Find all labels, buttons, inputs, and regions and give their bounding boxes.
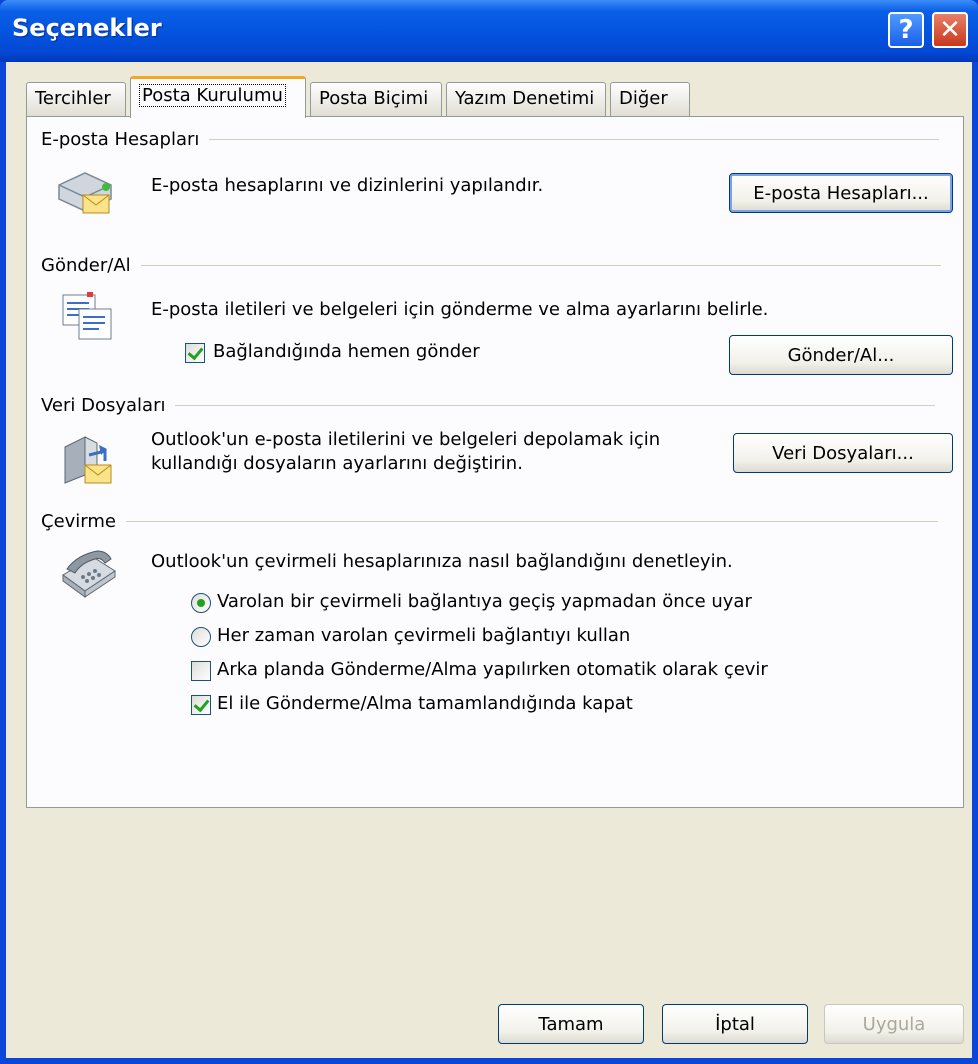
help-button[interactable]: ? [888,12,924,48]
send-immediately-checkbox[interactable] [185,343,205,363]
mail-accounts-icon [58,172,112,214]
hang-up-label[interactable]: El ile Gönderme/Alma tamamlandığında kap… [217,693,633,714]
button-label: Veri Dosyaları... [772,442,914,464]
send-immediately-label[interactable]: Bağlandığında hemen gönder [213,341,480,362]
button-label: Tamam [538,1013,604,1035]
accounts-description: E-posta hesaplarını ve dizinlerini yapıl… [151,175,544,196]
button-label: Uygula [862,1013,926,1035]
data-files-button[interactable]: Veri Dosyaları... [733,433,953,473]
button-label: E-posta Hesapları... [753,182,929,204]
auto-dial-checkbox[interactable] [191,661,211,681]
send-receive-description: E-posta iletileri ve belgeleri için gönd… [151,299,769,320]
warn-before-switching-radio[interactable] [191,593,211,613]
hang-up-checkbox[interactable] [191,695,211,715]
dialog-client-area: Tercihler Posta Kurulumu Posta Biçimi Ya… [6,62,972,1058]
telephone-icon [62,550,116,598]
email-accounts-button[interactable]: E-posta Hesapları... [729,173,953,213]
divider [126,520,938,522]
window-title: Seçenekler [12,14,162,42]
title-bar[interactable]: Seçenekler ? ✕ [0,0,978,62]
tab-label: Posta Biçimi [319,88,429,109]
section-accounts-heading: E-posta Hesapları [41,127,951,151]
section-title: Gönder/Al [41,254,131,276]
tab-label: Tercihler [35,88,111,109]
section-title: Çevirme [41,510,116,532]
button-label: İptal [715,1013,755,1035]
tab-other[interactable]: Diğer [610,82,690,116]
tab-mail-setup[interactable]: Posta Kurulumu [130,76,306,118]
warn-before-switching-label[interactable]: Varolan bir çevirmeli bağlantıya geçiş y… [217,591,752,612]
send-receive-icon [62,292,112,340]
apply-button: Uygula [824,1004,964,1044]
divider [140,264,941,266]
divider [175,404,936,406]
always-use-existing-label[interactable]: Her zaman varolan çevirmeli bağlantıyı k… [217,625,630,646]
tab-mail-format[interactable]: Posta Biçimi [310,82,442,116]
divider [209,138,940,140]
section-data-files-heading: Veri Dosyaları [41,393,951,417]
data-files-icon [64,436,112,484]
data-files-description-line2: kullandığı dosyaların ayarlarını değişti… [151,453,523,474]
section-title: Veri Dosyaları [41,394,166,416]
cancel-button[interactable]: İptal [662,1004,808,1044]
data-files-description-line1: Outlook'un e-posta iletilerini ve belgel… [151,429,661,450]
section-title: E-posta Hesapları [41,128,200,150]
tab-panel: E-posta Hesapları E-posta hesaplarını ve… [26,116,964,808]
options-dialog: Seçenekler ? ✕ Tercihler Posta Kurulumu … [0,0,978,1064]
section-dialup-heading: Çevirme [41,509,951,533]
auto-dial-label[interactable]: Arka planda Gönderme/Alma yapılırken oto… [217,659,768,680]
send-receive-button[interactable]: Gönder/Al... [729,335,953,375]
dialup-description: Outlook'un çevirmeli hesaplarınıza nasıl… [151,551,733,572]
tab-label: Diğer [619,88,668,109]
tab-label: Yazım Denetimi [455,88,595,109]
close-icon: ✕ [939,15,961,45]
close-button[interactable]: ✕ [932,12,968,48]
help-icon: ? [898,15,914,45]
tab-label: Posta Kurulumu [139,84,286,107]
tab-preferences[interactable]: Tercihler [26,82,126,116]
ok-button[interactable]: Tamam [498,1004,644,1044]
tab-spelling[interactable]: Yazım Denetimi [446,82,606,116]
button-label: Gönder/Al... [787,344,895,366]
always-use-existing-radio[interactable] [191,627,211,647]
section-send-receive-heading: Gönder/Al [41,253,951,277]
